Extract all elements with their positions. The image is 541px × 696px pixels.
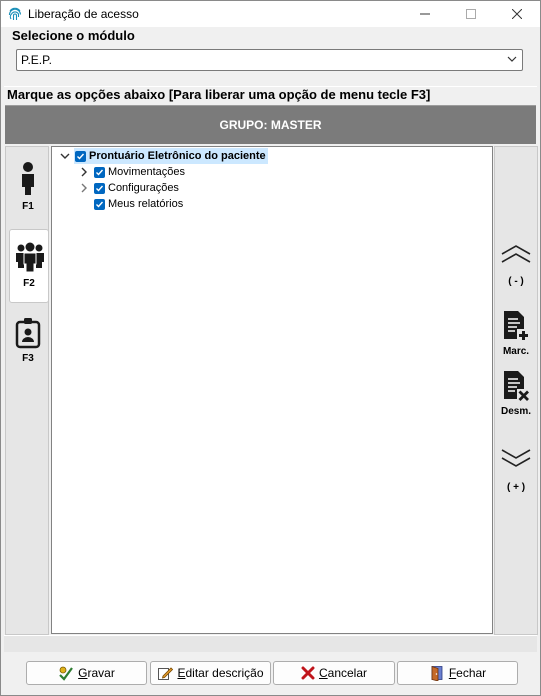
double-chevron-up-icon <box>501 245 531 263</box>
collapse-all-button[interactable]: ( - ) <box>495 243 537 287</box>
close-window-button[interactable] <box>494 1 540 27</box>
tree-node-configuracoes[interactable]: Configurações <box>94 180 179 196</box>
unmark-all-label: Desm. <box>500 406 531 417</box>
users-group-icon <box>16 242 44 273</box>
nav-f3-label: F3 <box>22 353 34 364</box>
chevron-right-icon <box>81 183 87 193</box>
expand-all-button[interactable]: ( + ) <box>495 447 537 493</box>
chevron-right-icon <box>81 167 87 177</box>
id-badge-icon <box>15 318 41 349</box>
maximize-icon <box>466 9 476 19</box>
nav-f1-user-button[interactable]: F1 <box>9 155 47 227</box>
module-label: Selecione o módulo <box>12 28 135 43</box>
edit-label: ditar descrição <box>185 666 264 680</box>
save-label: ravar <box>87 666 115 680</box>
fingerprint-icon <box>8 7 22 20</box>
document-add-icon <box>504 311 530 342</box>
tree-expander-root[interactable] <box>60 148 70 164</box>
close-icon <box>512 9 522 19</box>
tree-node-label: Meus relatórios <box>108 198 184 210</box>
module-select[interactable]: P.E.P. <box>16 49 523 71</box>
collapse-all-label: ( - ) <box>508 276 524 287</box>
title-bar: Liberação de acesso <box>1 1 540 27</box>
save-button[interactable]: Gravar <box>26 661 147 685</box>
edit-pencil-icon <box>158 667 174 680</box>
tree-node-label: Movimentações <box>108 166 186 178</box>
nav-f2-label: F2 <box>23 278 35 289</box>
save-accelerator: G <box>78 666 88 680</box>
cancel-accelerator: C <box>318 666 328 680</box>
right-actions-panel: ( - ) Marc. Desm. ( + ) <box>494 146 538 635</box>
close-button[interactable]: Fechar <box>397 661 518 685</box>
user-icon <box>22 162 34 195</box>
close-label: echar <box>456 666 487 680</box>
minimize-button[interactable] <box>402 1 448 27</box>
cancel-label: ancelar <box>327 666 368 680</box>
access-release-window: Liberação de acesso Selecione o módulo P… <box>0 0 541 696</box>
cancel-button[interactable]: Cancelar <box>273 661 395 685</box>
checkbox-checked-icon[interactable] <box>94 166 105 178</box>
chevron-down-icon <box>507 56 517 62</box>
tree-expander-configuracoes[interactable] <box>79 180 89 196</box>
nav-f3-badge-button[interactable]: F3 <box>9 311 47 383</box>
tree-expander-movimentacoes[interactable] <box>79 164 89 180</box>
window-title: Liberação de acesso <box>28 7 139 21</box>
chevron-down-icon <box>60 153 70 159</box>
nav-f1-label: F1 <box>22 201 34 212</box>
permissions-tree: Prontuário Eletrônico do paciente Movime… <box>51 146 493 634</box>
tree-node-root[interactable]: Prontuário Eletrônico do paciente <box>74 148 268 164</box>
maximize-button[interactable] <box>448 1 494 27</box>
tree-node-movimentacoes[interactable]: Movimentações <box>94 164 185 180</box>
module-select-value: P.E.P. <box>21 53 52 67</box>
double-chevron-down-icon <box>501 449 531 467</box>
edit-accelerator: E <box>177 666 186 680</box>
mark-all-label: Marc. <box>502 346 530 357</box>
nav-f2-group-button[interactable]: F2 <box>9 229 49 303</box>
save-key-icon <box>59 666 74 681</box>
exit-door-icon <box>431 665 443 681</box>
instructions-label: Marque as opções abaixo [Para liberar um… <box>7 87 431 102</box>
status-bar <box>4 635 537 652</box>
group-header: GRUPO: MASTER <box>5 105 536 144</box>
minimize-icon <box>420 13 430 15</box>
checkbox-checked-icon[interactable] <box>75 150 86 162</box>
bottom-button-bar: Gravar Editar descrição Cancelar Fechar <box>1 653 540 695</box>
left-nav-panel: F1 F2 F3 <box>5 146 49 635</box>
checkbox-checked-icon[interactable] <box>94 198 105 210</box>
tree-node-label: Configurações <box>108 182 179 194</box>
tree-node-meus-relatorios[interactable]: Meus relatórios <box>94 196 183 212</box>
document-remove-icon <box>504 371 530 402</box>
tree-node-label: Prontuário Eletrônico do paciente <box>89 150 266 162</box>
cancel-x-icon <box>301 666 315 680</box>
edit-description-button[interactable]: Editar descrição <box>150 661 271 685</box>
mark-all-button[interactable]: Marc. <box>495 309 537 357</box>
expand-all-label: ( + ) <box>506 482 526 493</box>
group-label: GRUPO: MASTER <box>219 118 322 132</box>
unmark-all-button[interactable]: Desm. <box>495 369 537 417</box>
close-accelerator: F <box>448 666 457 680</box>
checkbox-checked-icon[interactable] <box>94 182 105 194</box>
